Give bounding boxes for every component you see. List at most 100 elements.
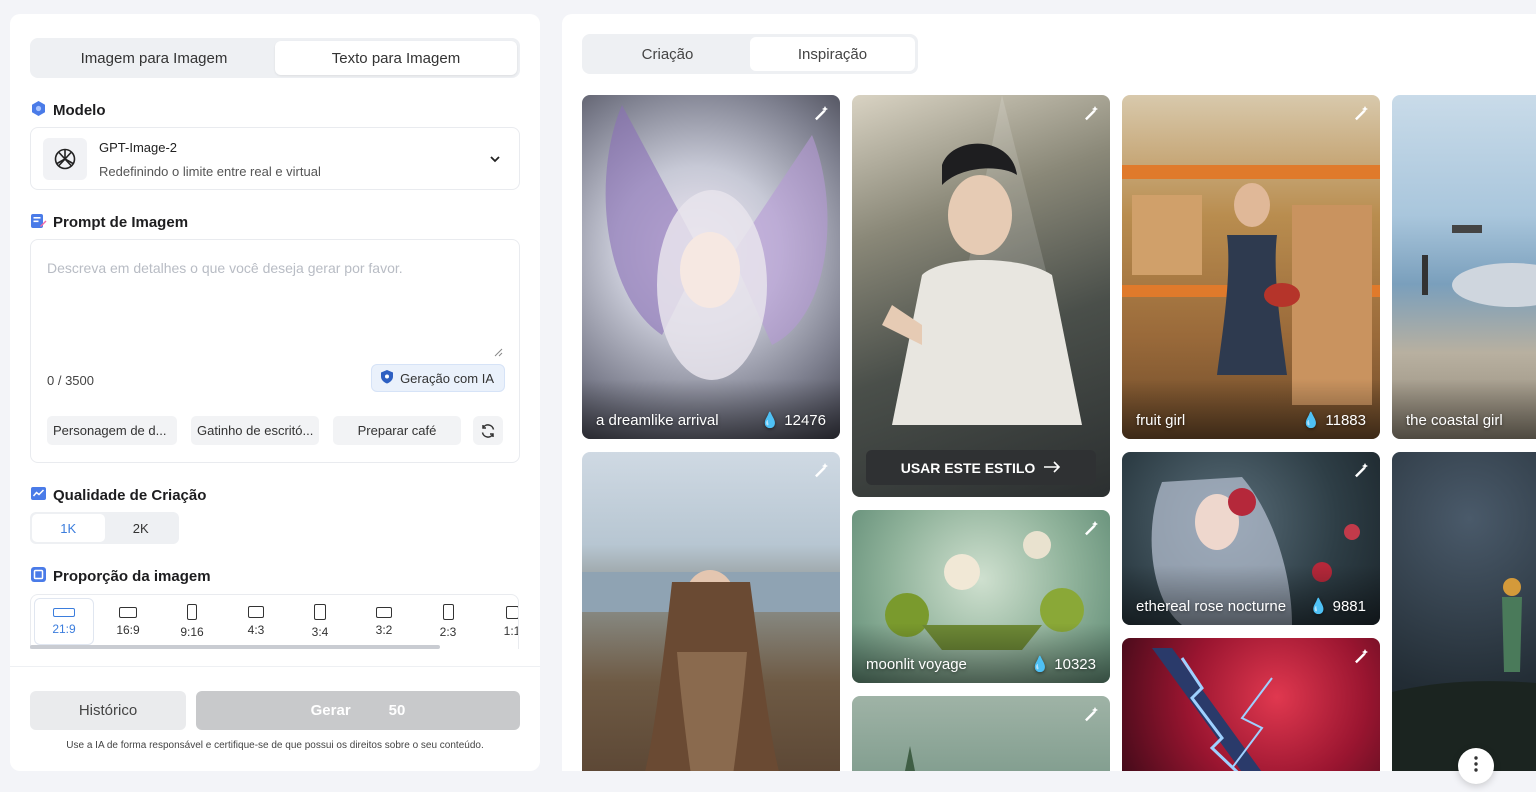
suggestion-chip[interactable]: Personagem de d...: [47, 416, 177, 445]
ratio-label-1-1: 1:1: [503, 623, 519, 638]
gallery-card[interactable]: [852, 696, 1110, 771]
quality-option-2k[interactable]: 2K: [105, 514, 178, 542]
ratio-1-1-icon: [505, 605, 518, 619]
gallery-card[interactable]: moonlit voyage 💧 10323: [852, 510, 1110, 683]
ratio-3-4-icon: [314, 604, 326, 620]
char-counter: 0 / 3500: [47, 373, 94, 388]
ai-generate-prompt-button[interactable]: Geração com IA: [371, 364, 505, 392]
model-section-title: Modelo: [30, 100, 106, 121]
model-icon: [30, 100, 47, 121]
ratio-option-1-1[interactable]: 1:1: [482, 598, 519, 645]
ratio-label-9-16: 9:16: [180, 625, 204, 639]
magic-wand-icon[interactable]: [812, 105, 830, 128]
mode-tabs: Imagem para Imagem Texto para Imagem: [30, 38, 520, 78]
gallery-card[interactable]: [1392, 452, 1536, 771]
card-artwork-little-prince: [1392, 578, 1536, 771]
magic-wand-icon[interactable]: [812, 462, 830, 485]
inspiration-gallery: Criação Inspiração a dreamlike arrival 💧…: [562, 14, 1536, 771]
prompt-section-title: Prompt de Imagem: [30, 212, 188, 233]
chevron-down-icon: [489, 152, 501, 170]
model-name: GPT-Image-2: [99, 140, 178, 155]
card-artwork-forest: [905, 746, 915, 771]
tab-creation[interactable]: Criação: [585, 37, 750, 71]
prompt-field[interactable]: Descreva em detalhes o que você deseja g…: [30, 239, 520, 463]
ratio-label-2-3: 2:3: [439, 625, 457, 639]
ratio-scrollbar[interactable]: [30, 645, 440, 649]
like-count: 10323: [1054, 655, 1096, 673]
quality-option-1k[interactable]: 1K: [32, 514, 105, 542]
disclaimer-text: Use a IA de forma responsável e certifiq…: [66, 740, 484, 751]
prompt-edit-icon: [30, 212, 47, 233]
card-shade: [852, 623, 1110, 683]
suggestion-chip[interactable]: Gatinho de escritó...: [191, 416, 319, 445]
card-likes: 💧 10323: [1031, 655, 1096, 674]
like-count: 9881: [1332, 597, 1366, 615]
ratio-4-3-icon: [248, 606, 264, 618]
ratio-option-3-2[interactable]: 3:2: [354, 598, 414, 645]
card-title: ethereal rose nocturne: [1136, 598, 1287, 615]
ratio-option-9-16[interactable]: 9:16: [162, 598, 222, 645]
refresh-icon[interactable]: [473, 416, 503, 445]
model-select[interactable]: GPT-Image-2 Redefinindo o limite entre r…: [30, 127, 520, 190]
resize-handle-icon[interactable]: [494, 344, 503, 362]
magic-wand-icon[interactable]: [1082, 706, 1100, 729]
quality-toggle: 1K 2K: [30, 512, 179, 544]
gallery-card[interactable]: ethereal rose nocturne 💧 9881: [1122, 452, 1380, 625]
ratio-option-21-9[interactable]: 21:9: [34, 598, 94, 645]
flame-icon: 💧: [1308, 598, 1328, 615]
ratio-options: 21:9 16:9 9:16 4:3 3:4 3:2 2:3 1:1: [30, 594, 519, 649]
flame-icon: 💧: [1301, 412, 1321, 429]
gallery-card[interactable]: [1122, 638, 1380, 771]
card-likes: 💧 9881: [1308, 597, 1366, 616]
card-shade: [1122, 565, 1380, 625]
ratio-option-2-3[interactable]: 2:3: [418, 598, 478, 645]
card-artwork-underwater-boy: [882, 95, 1082, 425]
tab-image-to-image[interactable]: Imagem para Imagem: [33, 41, 275, 75]
ratio-section-title: Proporção da imagem: [30, 566, 211, 587]
shield-icon: [380, 369, 394, 387]
generation-panel: Imagem para Imagem Texto para Imagem Mod…: [10, 14, 540, 771]
openai-logo-icon: [43, 138, 87, 180]
magic-wand-icon[interactable]: [1082, 105, 1100, 128]
tab-text-to-image[interactable]: Texto para Imagem: [275, 41, 517, 75]
ratio-label-4-3: 4:3: [247, 623, 265, 637]
tab-inspiration[interactable]: Inspiração: [750, 37, 915, 71]
gallery-card[interactable]: [582, 452, 840, 771]
flame-icon: 💧: [760, 412, 780, 429]
gallery-card[interactable]: the coastal girl: [1392, 95, 1536, 439]
gallery-card-active[interactable]: USAR ESTE ESTILO: [852, 95, 1110, 497]
gallery-card[interactable]: fruit girl 💧 11883: [1122, 95, 1380, 439]
use-style-button[interactable]: USAR ESTE ESTILO: [866, 450, 1096, 485]
magic-wand-icon[interactable]: [1352, 648, 1370, 671]
ratio-label-3-4: 3:4: [311, 625, 329, 639]
card-artwork-lightning-sword: [1152, 648, 1273, 771]
card-title: a dreamlike arrival: [596, 412, 719, 429]
more-options-button[interactable]: [1458, 748, 1494, 784]
card-likes: 💧 11883: [1301, 411, 1366, 430]
aspect-ratio-icon: [30, 566, 47, 587]
card-title: moonlit voyage: [866, 656, 967, 673]
card-artwork-beach-girl: [582, 570, 840, 771]
magic-wand-icon[interactable]: [1352, 105, 1370, 128]
like-count: 11883: [1325, 411, 1366, 429]
ratio-option-16-9[interactable]: 16:9: [98, 598, 158, 645]
magic-wand-icon[interactable]: [1352, 462, 1370, 485]
card-title: fruit girl: [1136, 412, 1186, 429]
ratio-option-3-4[interactable]: 3:4: [290, 598, 350, 645]
generate-cost: 50: [388, 702, 406, 719]
generate-button[interactable]: Gerar 50: [196, 691, 520, 730]
suggestion-chip[interactable]: Preparar café: [333, 416, 461, 445]
history-button[interactable]: Histórico: [30, 691, 186, 730]
ratio-option-4-3[interactable]: 4:3: [226, 598, 286, 645]
prompt-placeholder: Descreva em detalhes o que você deseja g…: [47, 260, 403, 276]
ratio-label: Proporção da imagem: [53, 568, 211, 585]
gallery-card[interactable]: a dreamlike arrival 💧 12476: [582, 95, 840, 439]
ratio-9-16-icon: [187, 604, 197, 620]
use-style-label: USAR ESTE ESTILO: [900, 459, 1036, 476]
ratio-label-16-9: 16:9: [116, 622, 140, 637]
magic-wand-icon[interactable]: [1082, 520, 1100, 543]
ai-button-label: Geração com IA: [400, 370, 494, 386]
quality-section-title: Qualidade de Criação: [30, 485, 206, 506]
ratio-label-3-2: 3:2: [375, 622, 393, 637]
arrow-right-icon: [1043, 460, 1061, 476]
